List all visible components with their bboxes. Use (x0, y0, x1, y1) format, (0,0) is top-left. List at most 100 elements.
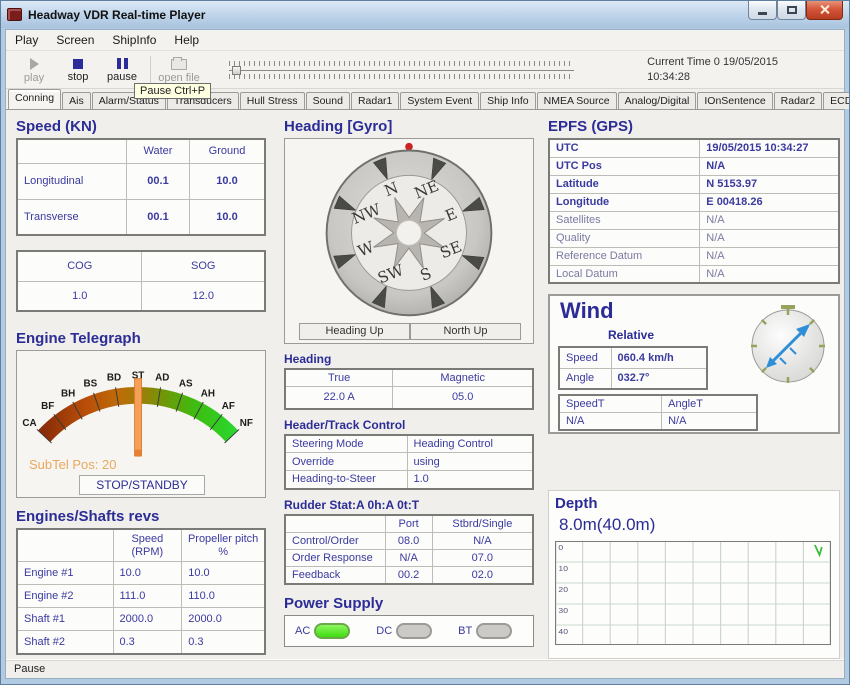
tab-sound[interactable]: Sound (306, 92, 350, 109)
stop-standby-button[interactable]: STOP/STANDBY (79, 475, 205, 495)
table-row: Order ResponseN/A07.0 (285, 549, 533, 566)
north-up-button[interactable]: North Up (410, 323, 521, 340)
rudder-col-stbrd: Stbrd/Single (432, 515, 533, 533)
close-button[interactable] (806, 1, 843, 20)
minimize-button[interactable] (748, 1, 777, 20)
menubar: Play Screen ShipInfo Help (6, 30, 844, 51)
menu-item-screen[interactable]: Screen (47, 31, 103, 49)
table-row: Overrideusing (285, 453, 533, 471)
rudder-col-port: Port (385, 515, 432, 533)
menu-item-shipinfo[interactable]: ShipInfo (103, 31, 165, 49)
power-dc-label: DC (376, 625, 392, 637)
table-row: UTC19/05/2015 10:34:27 (549, 139, 839, 157)
rudder-table: Port Stbrd/Single Control/Order08.0N/A O… (284, 514, 534, 585)
stop-icon (73, 59, 83, 69)
table-row: QualityN/A (549, 229, 839, 247)
power-bt-indicator (476, 623, 512, 639)
power-bt-group: BT (458, 623, 512, 639)
track-control-title: Header/Track Control (284, 418, 534, 432)
svg-text:40: 40 (558, 628, 568, 636)
wind-title: Wind (560, 298, 614, 324)
status-bar: Pause (6, 659, 844, 678)
open-file-label: open file (158, 72, 200, 84)
sog-value: 12.0 (142, 281, 265, 311)
tab-system-event[interactable]: System Event (400, 92, 479, 109)
app-window: Headway VDR Real-time Player Play Screen… (0, 0, 850, 685)
cog-sog-table: COG SOG 1.0 12.0 (16, 250, 266, 312)
power-dc-group: DC (376, 623, 432, 639)
cog-value: 1.0 (17, 281, 142, 311)
tab-hull-stress[interactable]: Hull Stress (240, 92, 305, 109)
power-bt-label: BT (458, 625, 472, 637)
status-text: Pause (14, 663, 45, 675)
conning-page: Speed (KN) Water Ground Longitudinal 00.… (6, 110, 844, 659)
open-file-icon (171, 59, 187, 70)
svg-text:0: 0 (558, 544, 563, 552)
table-row: Feedback00.202.0 (285, 566, 533, 584)
sog-label: SOG (142, 251, 265, 281)
power-supply-title: Power Supply (284, 595, 534, 612)
compass-rose: N NE E SE S SW W NW (285, 139, 533, 321)
tab-bar: Conning Ais Alarm/Status Transducers Hul… (6, 89, 844, 110)
close-icon (819, 4, 830, 15)
current-time-date: Current Time 0 19/05/2015 (647, 55, 778, 69)
maximize-button[interactable] (777, 1, 806, 20)
speed-title: Speed (KN) (16, 118, 266, 135)
epfs-table: UTC19/05/2015 10:34:27 UTC PosN/A Latitu… (548, 138, 840, 284)
heading-table: True Magnetic 22.0 A 05.0 (284, 368, 534, 410)
tab-analog-digital[interactable]: Analog/Digital (618, 92, 697, 109)
table-row: N/AN/A (559, 413, 757, 431)
tab-nmea-source[interactable]: NMEA Source (537, 92, 617, 109)
svg-text:BF: BF (41, 401, 54, 412)
playback-slider[interactable] (229, 61, 574, 79)
table-row: Local DatumN/A (549, 265, 839, 283)
wind-true-table: SpeedTAngleT N/AN/A (558, 394, 758, 431)
left-column: Speed (KN) Water Ground Longitudinal 00.… (16, 114, 266, 655)
pause-icon (117, 58, 128, 69)
pause-button[interactable]: pause (100, 56, 144, 83)
table-row: Engine #110.010.0 (17, 562, 265, 585)
subtel-label: SubTel Pos: 20 (29, 457, 116, 472)
stop-button[interactable]: stop (56, 57, 100, 83)
heading-magnetic-value: 05.0 (393, 387, 533, 409)
table-row: SpeedTAngleT (559, 395, 757, 413)
table-row: Longitudinal 00.1 10.0 (17, 163, 265, 199)
play-button[interactable]: play (12, 56, 56, 84)
table-row: Shaft #12000.02000.0 (17, 608, 265, 631)
depth-value: 8.0m(40.0m) (559, 515, 833, 535)
toolbar: play stop pause open file (6, 51, 844, 89)
heading-title: Heading (284, 352, 534, 366)
app-icon (7, 8, 22, 21)
svg-text:BD: BD (107, 373, 121, 384)
tab-ais[interactable]: Ais (62, 92, 91, 109)
engines-table: Speed (RPM) Propeller pitch % Engine #11… (16, 528, 266, 655)
tab-conning[interactable]: Conning (8, 89, 61, 109)
current-time: Current Time 0 19/05/2015 10:34:28 (647, 55, 778, 84)
table-row: Engine #2111.0110.0 (17, 585, 265, 608)
current-time-clock: 10:34:28 (647, 70, 778, 84)
right-column: EPFS (GPS) UTC19/05/2015 10:34:27 UTC Po… (548, 114, 840, 659)
client-area: Play Screen ShipInfo Help play stop paus… (5, 29, 845, 679)
table-row: Heading-to-Steer1.0 (285, 471, 533, 489)
tab-ship-info[interactable]: Ship Info (480, 92, 535, 109)
power-supply-panel: AC DC BT (284, 615, 534, 647)
table-row: SatellitesN/A (549, 211, 839, 229)
heading-up-button[interactable]: Heading Up (299, 323, 410, 340)
table-row: UTC PosN/A (549, 157, 839, 175)
menu-item-help[interactable]: Help (165, 31, 208, 49)
heading-marker-dot (405, 143, 413, 151)
tab-ionsentence[interactable]: IOnSentence (697, 92, 772, 109)
tab-ecdis1[interactable]: ECDIS1 (823, 92, 850, 109)
tab-radar1[interactable]: Radar1 (351, 92, 399, 109)
telegraph-needle (135, 379, 142, 457)
depth-grid: 0 10 20 30 40 (555, 541, 831, 645)
tab-radar2[interactable]: Radar2 (774, 92, 822, 109)
open-file-button[interactable]: open file (157, 56, 201, 84)
slider-thumb[interactable] (232, 66, 241, 75)
play-label: play (24, 72, 44, 84)
svg-text:AD: AD (155, 373, 169, 384)
slider-groove[interactable] (229, 66, 574, 74)
window-title: Headway VDR Real-time Player (28, 8, 205, 22)
menu-item-play[interactable]: Play (6, 31, 47, 49)
engines-col-speed: Speed (RPM) (113, 529, 182, 562)
